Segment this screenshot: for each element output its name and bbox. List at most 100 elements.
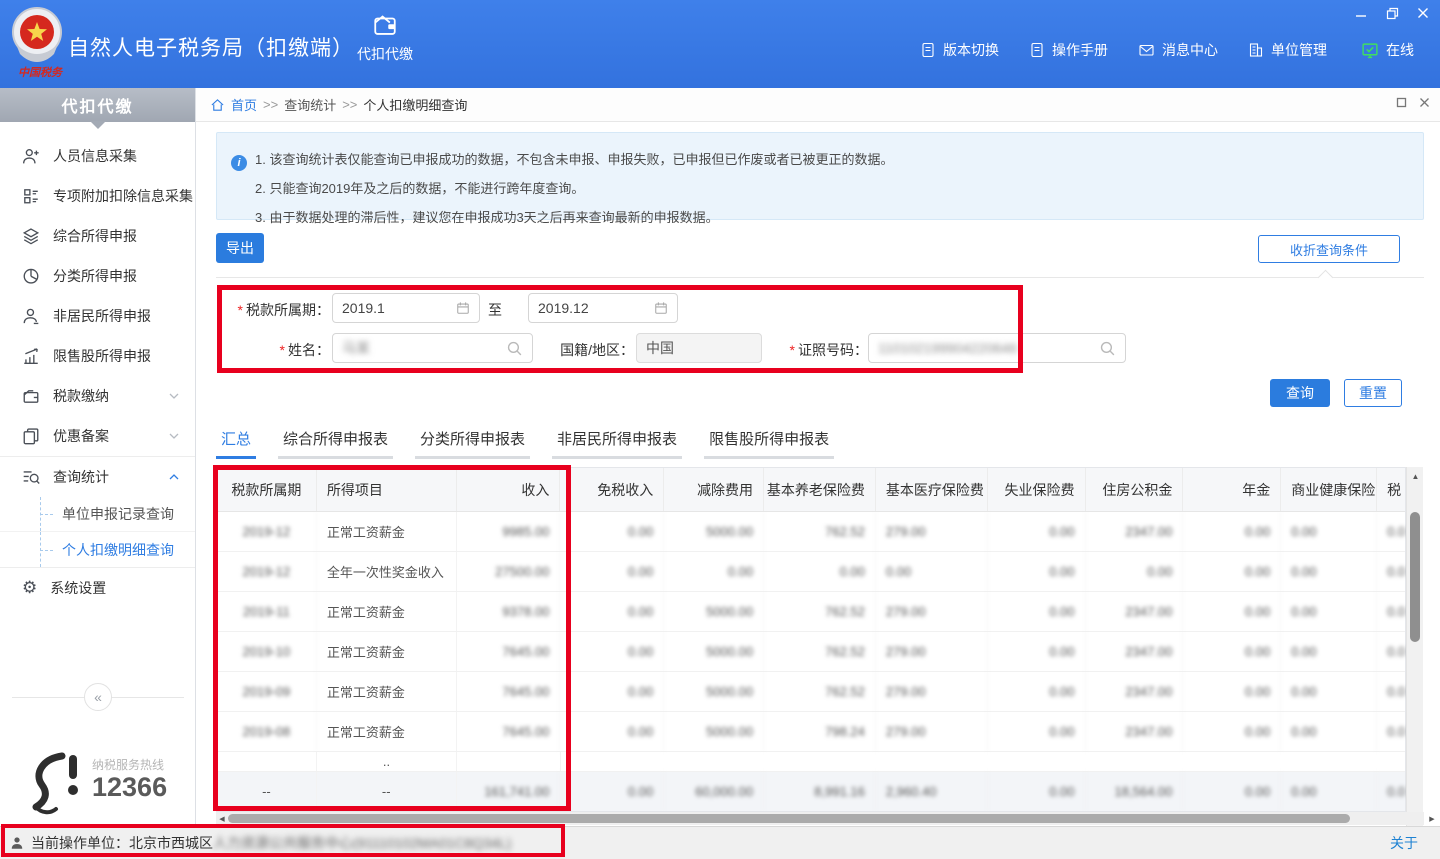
cell: 5000.00 [664, 672, 764, 711]
sidebar-item-query-statistics[interactable]: 查询统计 [0, 457, 195, 497]
maximize-icon[interactable] [1396, 97, 1407, 108]
tab-nonresident-income-form[interactable]: 非居民所得申报表 [552, 425, 682, 459]
table-row[interactable]: 2019-11正常工资薪金9378.000.005000.00762.52279… [217, 592, 1405, 632]
sidebar-item-special-deduction[interactable]: 专项附加扣除信息采集 [0, 176, 195, 216]
period-label: *税款所属期： [202, 300, 330, 320]
calendar-icon[interactable] [456, 301, 470, 315]
breadcrumb-level1[interactable]: 查询统计 [284, 95, 336, 114]
column-header[interactable]: 基本养老保险费 [764, 468, 876, 511]
cell: 0.00 [988, 512, 1086, 551]
nationality-label: 国籍/地区： [548, 340, 634, 360]
report-tabs: 汇总 综合所得申报表 分类所得申报表 非居民所得申报表 限售股所得申报表 [216, 425, 834, 459]
scroll-left-icon[interactable]: ◀ [216, 812, 228, 825]
scroll-right-icon[interactable]: ▶ [1426, 812, 1438, 825]
breadcrumb-home[interactable]: 首页 [231, 95, 257, 114]
sidebar-item-preferential-filing[interactable]: 优惠备案 [0, 416, 195, 456]
collapse-query-button[interactable]: 收折查询条件 [1258, 235, 1400, 263]
column-header[interactable]: 税 [1377, 468, 1405, 511]
menu-message-center[interactable]: 消息中心 [1138, 40, 1218, 60]
column-header[interactable]: 收入 [457, 468, 561, 511]
table-row[interactable]: 2019-08正常工资薪金7645.000.005000.00798.24279… [217, 712, 1405, 752]
minimize-icon[interactable] [1352, 4, 1370, 22]
scroll-up-icon[interactable]: ▲ [1407, 469, 1424, 483]
tab-summary[interactable]: 汇总 [216, 425, 256, 459]
table-total-row[interactable]: ----161,741.000.0060,000.008,991.162,960… [217, 772, 1405, 811]
cell: 762.52 [764, 592, 876, 631]
menu-online-status[interactable]: 在线 [1361, 40, 1414, 60]
vertical-scrollbar[interactable]: ▲ ▼ [1406, 467, 1423, 859]
close-icon[interactable] [1414, 4, 1432, 22]
sidebar-menu: 人员信息采集 专项附加扣除信息采集 综合所得申报 [0, 136, 195, 608]
cell: 0.00 [764, 552, 876, 591]
horizontal-scroll-thumb[interactable] [228, 814, 1350, 823]
table-row[interactable]: 2019-12全年一次性奖金收入27500.000.000.000.000.00… [217, 552, 1405, 592]
gear-icon: ⚙ [22, 579, 37, 597]
status-bar: 当前操作单位：北京市西城区 人力资源公共服务中心(91110102MA01C8Q… [0, 826, 1440, 859]
tab-restricted-stock-form[interactable]: 限售股所得申报表 [704, 425, 834, 459]
cell: -- [317, 772, 457, 811]
cell: 5000.00 [664, 592, 764, 631]
person-icon [10, 836, 24, 850]
sidebar-item-classified-income[interactable]: 分类所得申报 [0, 256, 195, 296]
sidebar-item-tax-payment[interactable]: 税款缴纳 [0, 376, 195, 416]
home-icon[interactable] [210, 98, 225, 112]
horizontal-scrollbar[interactable]: ◀ ▶ [216, 812, 1424, 825]
menu-version-switch[interactable]: 版本切换 [920, 40, 999, 60]
cell: 2019-09 [217, 672, 317, 711]
restore-icon[interactable] [1383, 4, 1401, 22]
query-button[interactable]: 查询 [1270, 379, 1330, 407]
close-icon[interactable] [1419, 97, 1430, 108]
cell [457, 752, 561, 771]
menu-manual[interactable]: 操作手册 [1029, 40, 1108, 60]
nationality-value: 中国 [646, 338, 752, 358]
menu-unit-management[interactable]: 单位管理 [1248, 40, 1327, 60]
cell: 2347.00 [1086, 672, 1184, 711]
cell: 762.52 [764, 672, 876, 711]
period-from-input[interactable]: 2019.1 [332, 293, 480, 323]
breadcrumb: 首页 >> 查询统计 >> 个人扣缴明细查询 [196, 88, 1440, 122]
calendar-icon[interactable] [654, 301, 668, 315]
cell: 0.00 [664, 552, 764, 591]
tab-classified-income-form[interactable]: 分类所得申报表 [415, 425, 530, 459]
sidebar: 代扣代缴 人员信息采集 专项附加扣除信息采集 [0, 88, 196, 826]
period-to-input[interactable]: 2019.12 [528, 293, 678, 323]
sidebar-item-comprehensive-income[interactable]: 综合所得申报 [0, 216, 195, 256]
cell: 0.00 [1377, 512, 1405, 551]
tab-comprehensive-income-form[interactable]: 综合所得申报表 [278, 425, 393, 459]
column-header[interactable]: 免税收入 [560, 468, 664, 511]
sidebar-item-restricted-stock[interactable]: 限售股所得申报 [0, 336, 195, 376]
column-header[interactable]: 年金 [1183, 468, 1281, 511]
column-header[interactable]: 失业保险费 [988, 468, 1086, 511]
search-icon[interactable] [506, 340, 523, 357]
column-header[interactable]: 基本医疗保险费 [876, 468, 988, 511]
reset-button[interactable]: 重置 [1344, 379, 1402, 407]
id-number-input[interactable]: 110102199904220646 [868, 333, 1126, 363]
range-to-label: 至 [488, 300, 508, 320]
column-header[interactable]: 所得项目 [317, 468, 457, 511]
table-row[interactable]: 2019-09正常工资薪金7645.000.005000.00762.52279… [217, 672, 1405, 712]
sidebar-subitem-personal-withholding-query[interactable]: 个人扣缴明细查询 [0, 532, 195, 567]
column-header[interactable]: 住房公积金 [1086, 468, 1184, 511]
app-window: 中国税务 自然人电子税务局（扣缴端） 代扣代缴 版本切换 [0, 0, 1440, 859]
sidebar-item-system-settings[interactable]: ⚙ 系统设置 [0, 568, 195, 608]
app-title: 自然人电子税务局（扣缴端） [68, 32, 354, 62]
vertical-scroll-thumb[interactable] [1410, 512, 1420, 642]
cell: 全年一次性奖金收入 [317, 552, 457, 591]
cell: 正常工资薪金 [317, 632, 457, 671]
column-header[interactable]: 商业健康保险 [1281, 468, 1377, 511]
table-row[interactable]: 2019-12正常工资薪金9985.000.005000.00762.52279… [217, 512, 1405, 552]
column-header[interactable]: 税款所属期 [217, 468, 317, 511]
about-link[interactable]: 关于 [1390, 833, 1418, 853]
name-input[interactable]: 马某 [332, 333, 533, 363]
tab-daikou-daijiao[interactable]: 代扣代缴 [340, 12, 430, 78]
envelope-icon [1138, 42, 1155, 58]
sidebar-subitem-unit-declaration-query[interactable]: 单位申报记录查询 [0, 497, 195, 532]
table-row[interactable]: 2019-10正常工资薪金7645.000.005000.00762.52279… [217, 632, 1405, 672]
sidebar-item-nonresident-income[interactable]: 非居民所得申报 [0, 296, 195, 336]
search-icon[interactable] [1099, 340, 1116, 357]
export-button[interactable]: 导出 [216, 233, 264, 263]
column-header[interactable]: 减除费用 [664, 468, 764, 511]
sidebar-item-label: 分类所得申报 [53, 266, 137, 286]
sidebar-item-personnel-info[interactable]: 人员信息采集 [0, 136, 195, 176]
sidebar-collapse-button[interactable]: « [84, 683, 112, 711]
